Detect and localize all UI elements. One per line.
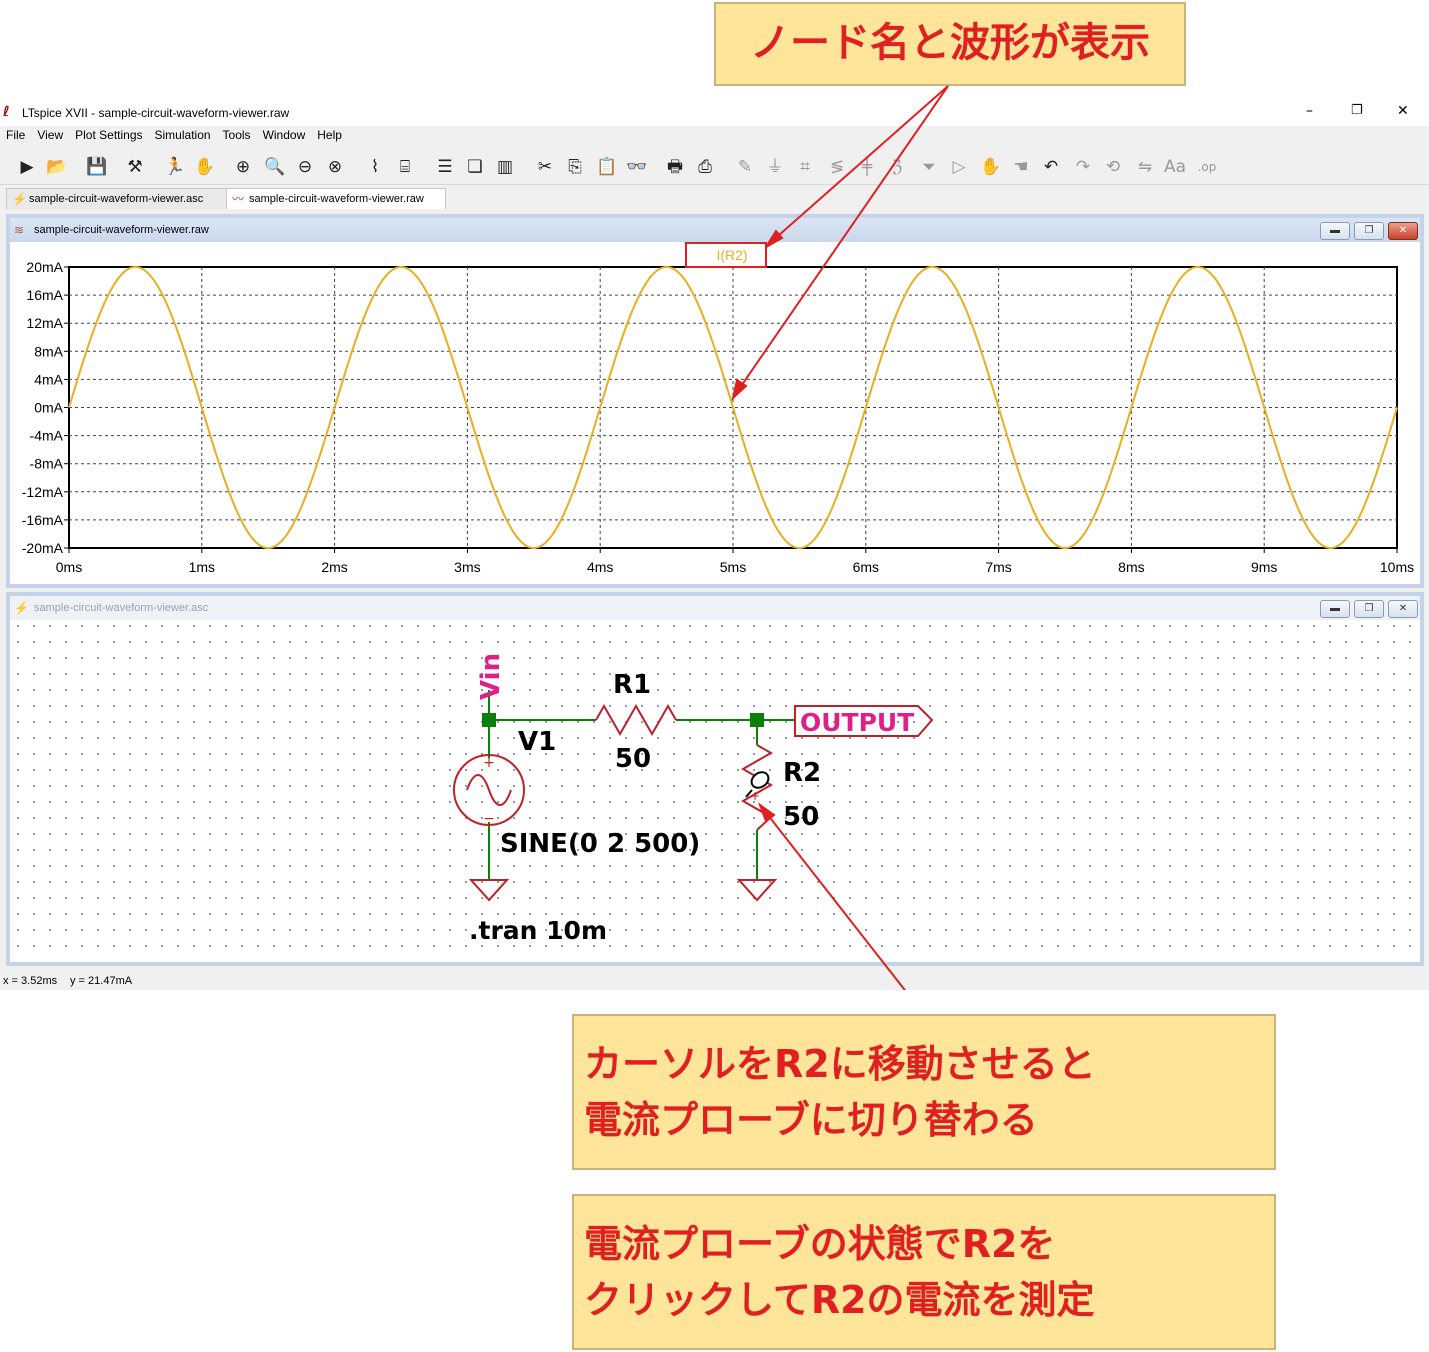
v1-name: V1 <box>518 727 556 757</box>
v1-plus: + <box>483 755 495 771</box>
r2-name: R2 <box>783 758 821 788</box>
callout-cursor-probe-line1: カーソルをR2に移動させると <box>584 1042 1096 1086</box>
schematic-canvas[interactable]: R1 50 + − V1 SINE(0 2 500) Vin OUTPUT + … <box>0 0 1429 990</box>
r1-value: 50 <box>615 744 651 774</box>
tran-directive[interactable]: .tran 10m <box>469 916 607 945</box>
schematic-grid <box>14 624 1416 960</box>
junction-output <box>750 713 764 727</box>
output-net-label[interactable]: OUTPUT <box>800 708 914 737</box>
v1-value: SINE(0 2 500) <box>500 829 700 859</box>
callout-click-measure-line2: クリックしてR2の電流を測定 <box>584 1278 1095 1322</box>
junction-vin <box>482 713 496 727</box>
callout-cursor-probe: カーソルをR2に移動させると 電流プローブに切り替わる <box>572 1014 1276 1170</box>
r1-name: R1 <box>613 670 651 700</box>
callout-cursor-probe-line2: 電流プローブに切り替わる <box>584 1098 1038 1142</box>
r2-value: 50 <box>783 802 819 832</box>
callout-click-measure: 電流プローブの状態でR2を クリックしてR2の電流を測定 <box>572 1194 1276 1350</box>
callout-click-measure-line1: 電流プローブの状態でR2を <box>584 1222 1056 1266</box>
v1-minus: − <box>483 811 495 827</box>
vin-net-label[interactable]: Vin <box>476 653 506 700</box>
